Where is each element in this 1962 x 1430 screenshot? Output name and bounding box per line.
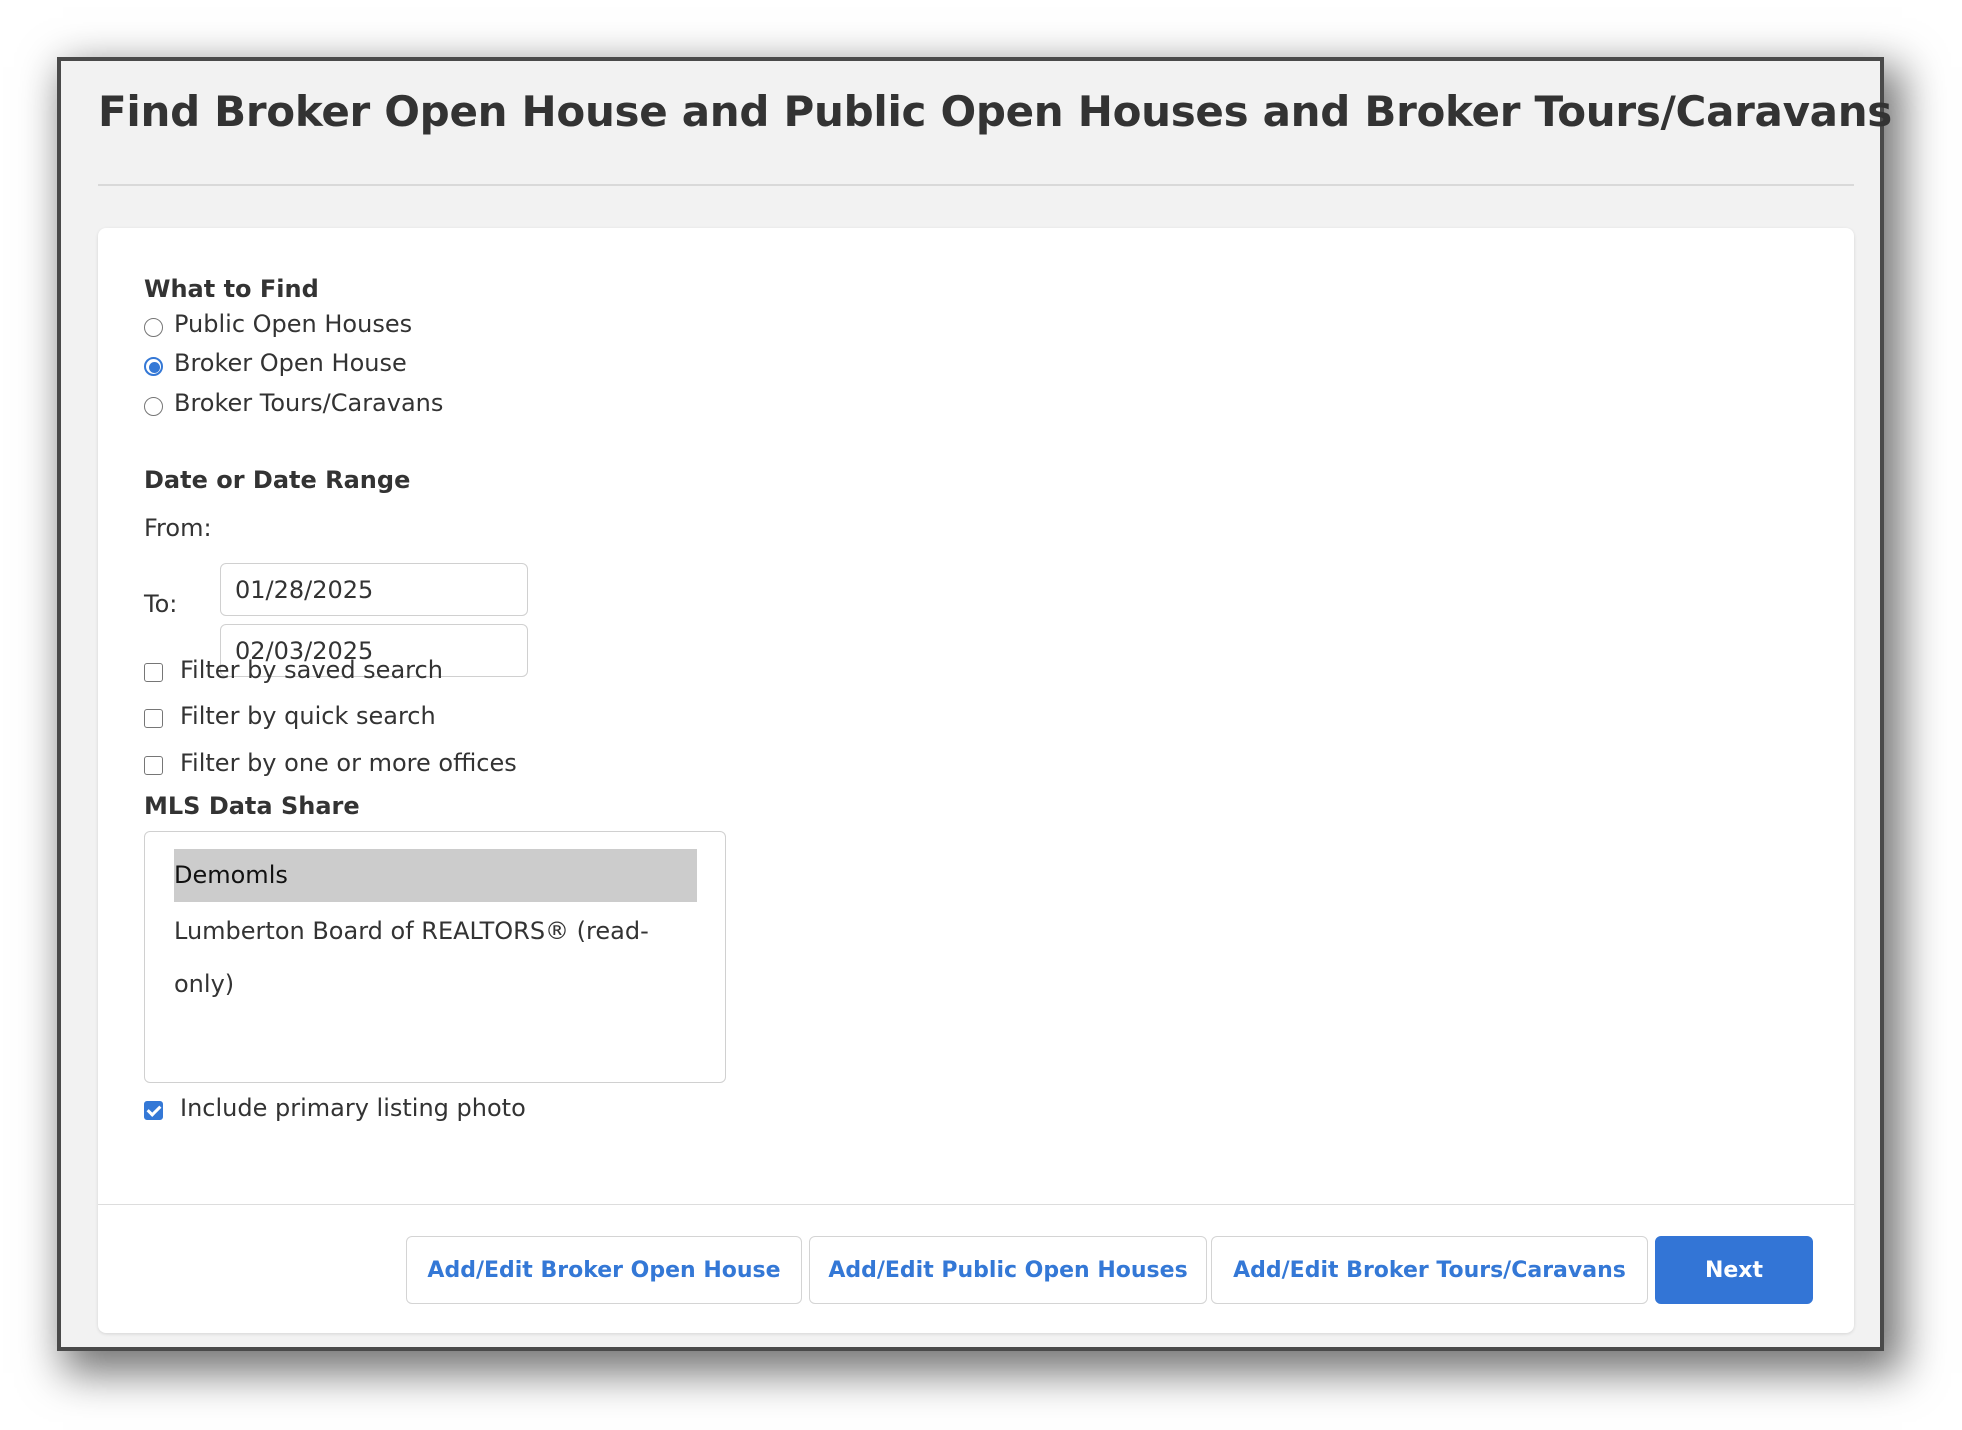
from-label: From: <box>144 514 212 542</box>
listbox-option[interactable]: Lumberton Board of REALTORS® (read-only) <box>174 905 697 998</box>
what-to-find-heading: What to Find <box>144 275 319 303</box>
checkbox-label[interactable]: Filter by one or more offices <box>180 749 517 777</box>
title-divider <box>98 184 1854 186</box>
radio-button[interactable] <box>144 318 163 337</box>
radio-label[interactable]: Broker Tours/Caravans <box>174 389 443 417</box>
radio-button[interactable] <box>144 397 163 416</box>
mls-data-share-heading: MLS Data Share <box>144 792 360 820</box>
radio-label[interactable]: Public Open Houses <box>174 310 412 338</box>
checkbox-label[interactable]: Filter by saved search <box>180 656 443 684</box>
radio-button-selected[interactable] <box>144 357 163 376</box>
checkbox-label[interactable]: Include primary listing photo <box>180 1094 526 1122</box>
checkbox-label[interactable]: Filter by quick search <box>180 702 436 730</box>
mls-data-share-listbox[interactable]: Demomls Lumberton Board of REALTORS® (re… <box>144 831 726 1083</box>
to-label: To: <box>144 590 178 618</box>
add-edit-broker-tours-button[interactable]: Add/Edit Broker Tours/Caravans <box>1211 1236 1648 1304</box>
add-edit-broker-open-house-button[interactable]: Add/Edit Broker Open House <box>406 1236 802 1304</box>
checkbox[interactable] <box>144 709 163 728</box>
add-edit-public-open-houses-button[interactable]: Add/Edit Public Open Houses <box>809 1236 1207 1304</box>
next-button[interactable]: Next <box>1655 1236 1813 1304</box>
checkbox[interactable] <box>144 663 163 682</box>
form-card: What to Find Public Open Houses Broker O… <box>98 228 1854 1333</box>
from-date-input[interactable] <box>220 563 528 616</box>
date-range-heading: Date or Date Range <box>144 466 411 494</box>
checkbox-checked[interactable] <box>144 1101 163 1120</box>
checkbox[interactable] <box>144 756 163 775</box>
dialog-window: Find Broker Open House and Public Open H… <box>57 57 1892 1351</box>
listbox-option-selected[interactable]: Demomls <box>174 849 697 902</box>
footer-divider <box>98 1204 1854 1205</box>
radio-label[interactable]: Broker Open House <box>174 349 407 377</box>
page-title: Find Broker Open House and Public Open H… <box>98 87 1892 136</box>
